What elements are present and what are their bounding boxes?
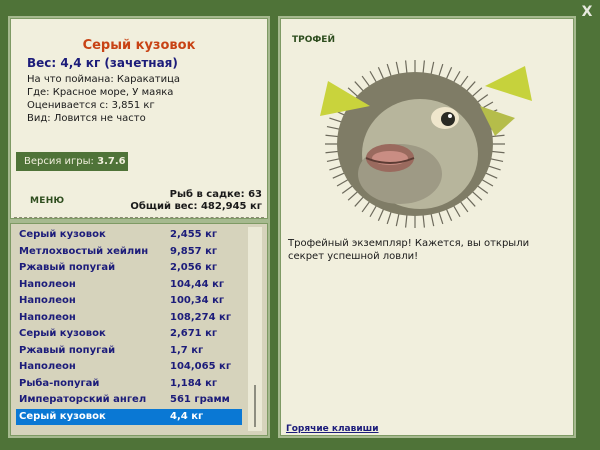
list-item[interactable]: Ржавый попугай 2,056 кг (16, 260, 242, 277)
list-item-name: Наполеон (19, 361, 76, 372)
game-version: Версия игры: 3.7.6 (16, 152, 128, 171)
list-item[interactable]: Серый кузовок 2,671 кг (16, 326, 242, 343)
trophy-message: Трофейный экземпляр! Кажется, вы открыли… (288, 238, 530, 262)
list-item-name: Наполеон (19, 278, 76, 290)
list-item[interactable]: Наполеон 100,34 кг (16, 293, 242, 310)
list-item-name: Серый кузовок (19, 328, 106, 339)
scroll-thumb[interactable] (254, 385, 256, 427)
fish-name: Серый кузовок (82, 38, 196, 53)
list-item-weight: 9,857 кг (170, 245, 218, 257)
close-button[interactable]: X (578, 3, 596, 21)
list-item-name: Рыба-попугай (19, 377, 100, 389)
list-item-name: Ржавый попугай (19, 344, 116, 356)
fish-bait: На что поймана: Каракатица (27, 74, 181, 85)
list-item-weight: 2,056 кг (170, 262, 218, 273)
fish-kind: Вид: Ловится не часто (27, 113, 146, 124)
list-item-name: Наполеон (19, 295, 76, 306)
list-item-weight: 1,7 кг (170, 344, 204, 356)
fish-weight: Вес: 4,4 кг (зачетная) (27, 56, 178, 70)
list-item-weight: 100,34 кг (170, 295, 225, 306)
fish-valued: Оценивается с: 3,851 кг (27, 100, 155, 111)
list-item[interactable]: Императорский ангел 561 грамм (16, 392, 242, 409)
list-item-name: Ржавый попугай (19, 262, 116, 273)
list-item-name: Метлохвостый хейлин (19, 245, 149, 257)
list-item-weight: 104,44 кг (170, 278, 225, 290)
list-item-weight: 561 грамм (170, 394, 230, 405)
pufferfish-image (320, 60, 532, 228)
fish-place: Где: Красное море, У маяка (27, 87, 174, 98)
list-item[interactable]: Рыба-попугай 1,184 кг (16, 376, 242, 393)
list-item-weight: 104,065 кг (170, 361, 232, 372)
divider (14, 217, 264, 218)
list-item[interactable]: Серый кузовок 2,455 кг (16, 227, 242, 244)
list-item-weight: 2,455 кг (170, 229, 218, 240)
version-label: Версия игры: (24, 156, 94, 167)
list-item[interactable]: Серый кузовок 4,4 кг (16, 408, 242, 425)
list-item[interactable]: Ржавый попугай 1,7 кг (16, 343, 242, 360)
list-item[interactable]: Наполеон 104,44 кг (16, 277, 242, 294)
catch-list[interactable]: Серый кузовок 2,455 кг Метлохвостый хейлин… (16, 227, 242, 425)
hotkeys-link[interactable]: Горячие клавиши (286, 424, 379, 434)
list-item-weight: 1,184 кг (170, 377, 218, 389)
list-item-name: Серый кузовок (19, 229, 106, 240)
trophy-title: ТРОФЕЙ (292, 35, 335, 45)
scrollbar[interactable] (248, 227, 262, 431)
list-item[interactable]: Наполеон 108,274 кг (16, 310, 242, 327)
fish-info-panel: Серый кузовок Вес: 4,4 кг (зачетная) На … (8, 16, 270, 221)
cage-stats: Рыб в садке: 63 Общий вес: 482,945 кг (130, 189, 262, 213)
trophy-panel: ТРОФЕЙ Трофейный экземпляр! Кажется, вы … (278, 16, 576, 438)
list-item[interactable]: Наполеон 104,065 кг (16, 359, 242, 376)
menu-button[interactable]: МЕНЮ (30, 196, 64, 206)
list-item-name: Императорский ангел (19, 394, 147, 405)
list-item-name: Наполеон (19, 311, 76, 323)
list-item-weight: 108,274 кг (170, 311, 232, 323)
version-value: 3.7.6 (97, 156, 126, 167)
total-weight: Общий вес: 482,945 кг (130, 201, 262, 212)
list-item-name: Серый кузовок (19, 410, 106, 422)
list-item-weight: 2,671 кг (170, 328, 218, 339)
fish-fin-right (485, 66, 532, 101)
list-item[interactable]: Метлохвостый хейлин 9,857 кг (16, 244, 242, 261)
catch-list-panel: Серый кузовок 2,455 кг Метлохвостый хейлин… (8, 221, 270, 438)
fish-count: Рыб в садке: 63 (169, 189, 262, 200)
list-item-weight: 4,4 кг (170, 410, 204, 422)
